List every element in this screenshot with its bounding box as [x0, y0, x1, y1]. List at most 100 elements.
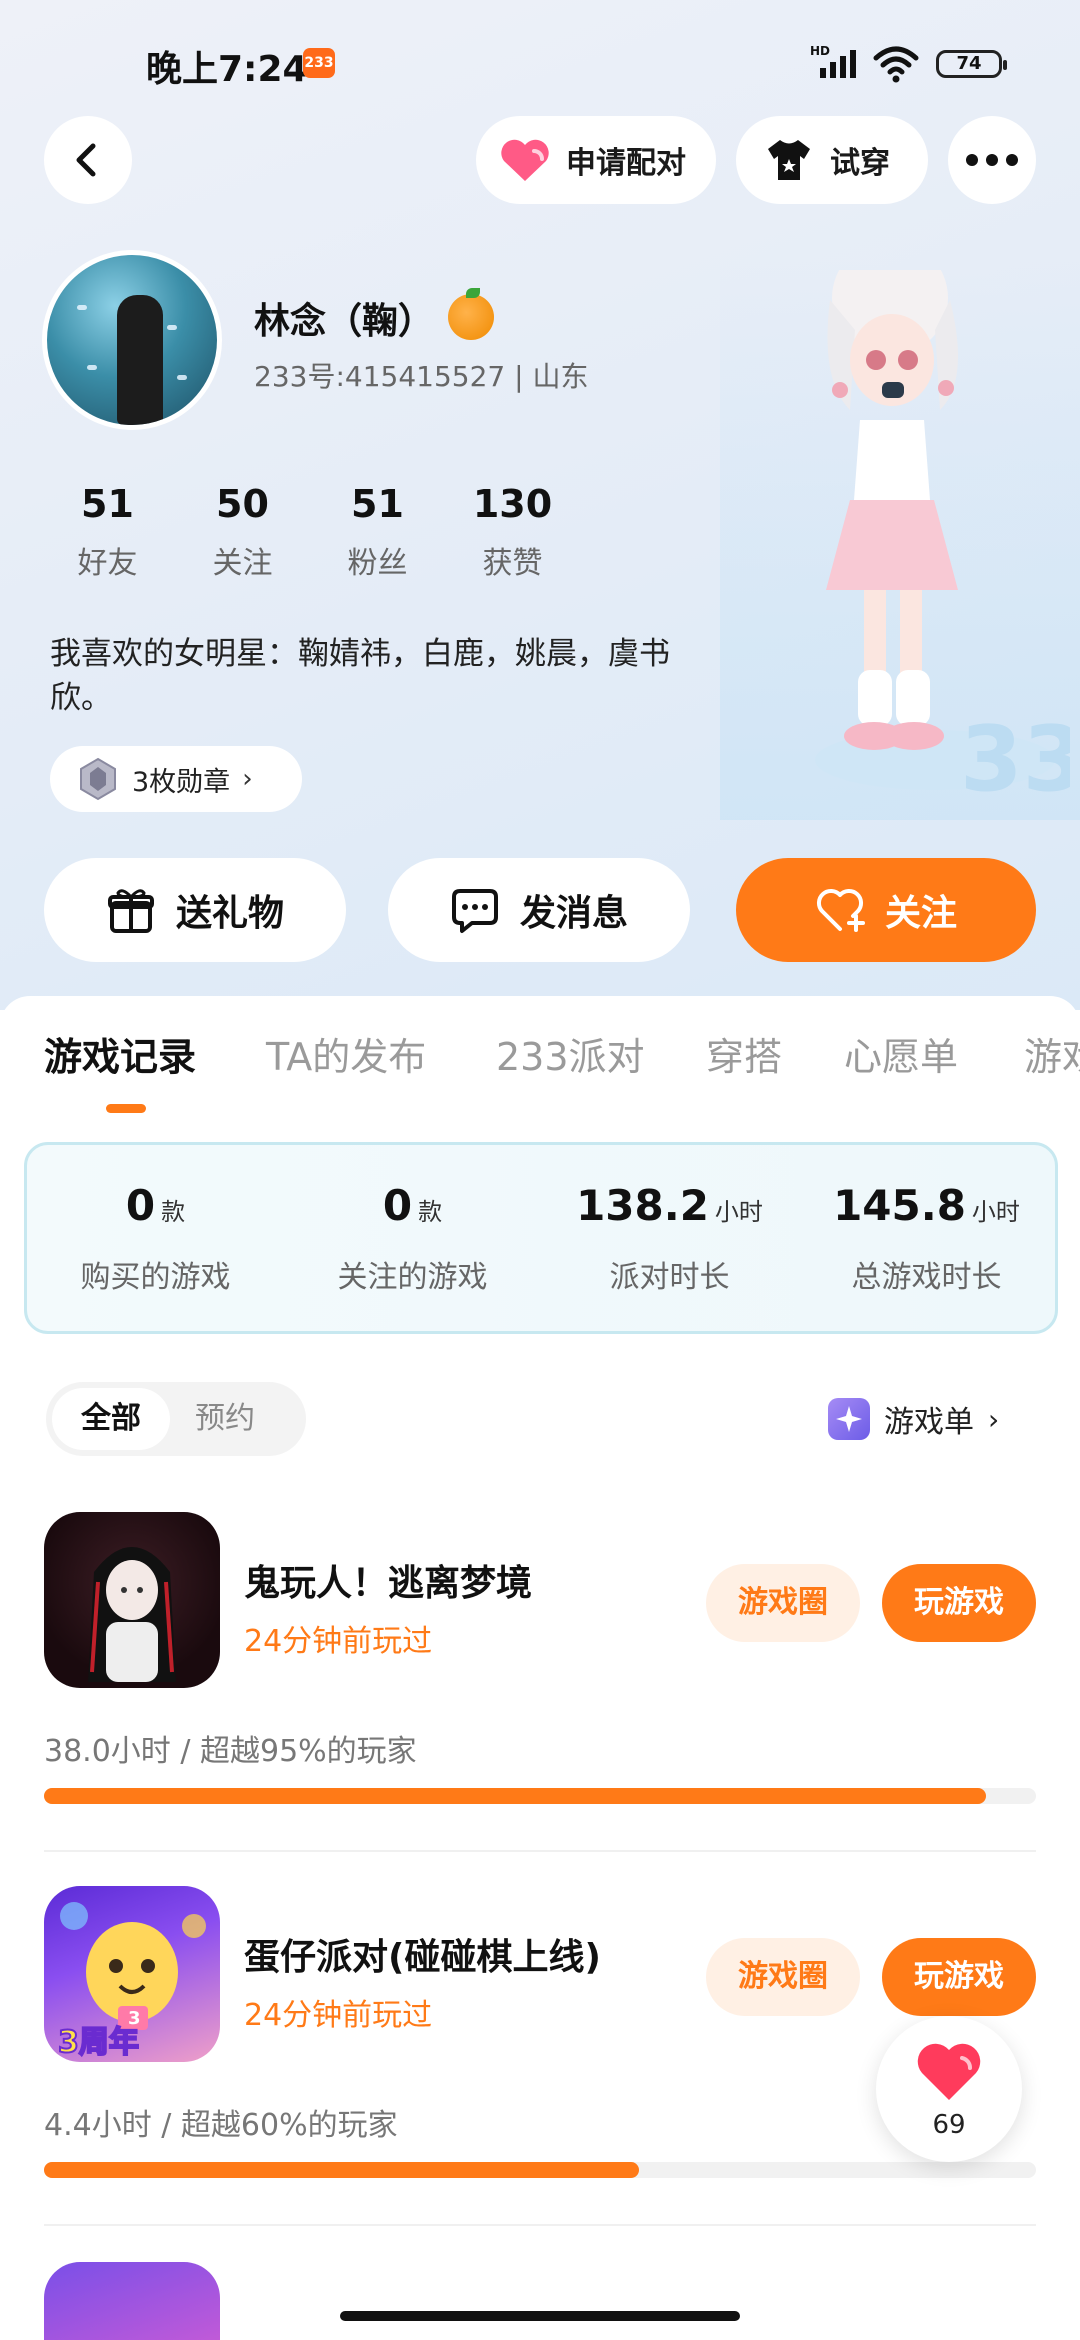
- more-options-button[interactable]: [948, 116, 1036, 204]
- avatar-3d-figure[interactable]: 33: [800, 270, 1070, 810]
- game-circle-button[interactable]: 游戏圈: [706, 1938, 860, 2016]
- filter-reserve[interactable]: 预约: [166, 1388, 284, 1450]
- summary-label: 总游戏时长: [851, 1260, 1002, 1295]
- ghost-girl-art: [88, 1547, 176, 1682]
- playtime-progress-track: [44, 2162, 1036, 2178]
- game-title: 鬼玩人！逃离梦境: [244, 1563, 533, 1604]
- stat-followers[interactable]: 51 粉丝: [310, 482, 445, 592]
- send-gift-label: 送礼物: [175, 893, 284, 934]
- summary-label: 购买的游戏: [80, 1260, 231, 1295]
- user-id-location: 233号:415415527 | 山东: [254, 360, 589, 393]
- game-title: 蛋仔派对(碰碰棋上线): [244, 1937, 601, 1978]
- chevron-right-icon: ›: [988, 1402, 1000, 1436]
- game-list-label: 游戏单: [884, 1405, 974, 1440]
- avatar-figure: [117, 295, 163, 425]
- summary-unit: 小时: [714, 1198, 763, 1226]
- summary-unit: 款: [161, 1198, 186, 1226]
- stat-value: 130: [472, 482, 553, 526]
- play-game-button[interactable]: 玩游戏: [882, 1564, 1036, 1642]
- svg-text:33: 33: [960, 707, 1070, 810]
- playtime-progress-track: [44, 1788, 1036, 1804]
- play-game-button[interactable]: 玩游戏: [882, 1938, 1036, 2016]
- tab-indicator: [106, 1104, 146, 1113]
- summary-total-time: 145.8 小时 总游戏时长: [798, 1145, 1055, 1331]
- notification-badge: 233: [303, 48, 335, 78]
- follow-button[interactable]: 关注: [736, 858, 1036, 962]
- badges-chip[interactable]: 3枚勋章 ›: [50, 746, 302, 812]
- home-indicator[interactable]: [340, 2311, 740, 2321]
- avatar-decor: [177, 375, 187, 380]
- summary-value: 145.8: [833, 1181, 966, 1230]
- wifi-icon: [873, 46, 919, 83]
- game-summary-card: 0款 购买的游戏 0款 关注的游戏 138.2 小时 派对时长 145.8 小时 总…: [24, 1142, 1058, 1334]
- summary-label: 关注的游戏: [337, 1260, 488, 1295]
- send-message-button[interactable]: 发消息: [388, 858, 690, 962]
- stat-label: 获赞: [482, 546, 543, 581]
- stat-value: 50: [216, 482, 269, 526]
- battery-indicator: 74: [936, 50, 1007, 78]
- summary-party-time: 138.2 小时 派对时长: [541, 1145, 798, 1331]
- follow-label: 关注: [884, 893, 957, 934]
- game-last-played: 24分钟前玩过: [244, 1624, 433, 1659]
- avatar-decor: [77, 305, 87, 310]
- tab-posts[interactable]: TA的发布: [266, 1026, 426, 1081]
- avatar-decor: [167, 325, 177, 330]
- tab-outfits[interactable]: 穿搭: [706, 1026, 782, 1081]
- filter-all[interactable]: 全部: [52, 1388, 170, 1450]
- row-divider: [44, 2224, 1036, 2226]
- game-icon[interactable]: [44, 1512, 220, 1688]
- status-bar: 晚上7:24 233 HD 74: [0, 0, 1080, 120]
- stat-friends[interactable]: 51 好友: [40, 482, 175, 592]
- like-button[interactable]: 69: [876, 2016, 1022, 2162]
- like-count: 69: [932, 2110, 966, 2140]
- tab-game-records[interactable]: 游戏记录: [44, 1026, 196, 1081]
- game-icon[interactable]: [44, 2262, 220, 2340]
- chevron-left-icon: [76, 143, 96, 177]
- summary-value: 138.2: [576, 1181, 709, 1230]
- sparkle-icon: [828, 1398, 870, 1440]
- game-playtime-stat: 4.4小时 / 超越60%的玩家: [44, 2108, 398, 2143]
- apply-pairing-label: 申请配对: [566, 146, 686, 181]
- tab-233-party[interactable]: 233派对: [496, 1026, 645, 1081]
- tab-wishlist[interactable]: 心愿单: [844, 1026, 958, 1081]
- medal-icon: [80, 757, 116, 801]
- stat-label: 好友: [77, 546, 138, 581]
- game-icon[interactable]: 3 3周年: [44, 1886, 220, 2062]
- game-circle-button[interactable]: 游戏圈: [706, 1564, 860, 1642]
- playtime-progress-fill: [44, 2162, 640, 2178]
- try-on-button[interactable]: 试穿: [736, 116, 928, 204]
- avatar-decor: [87, 365, 97, 370]
- summary-unit: 小时: [971, 1198, 1020, 1226]
- stat-label: 关注: [212, 546, 273, 581]
- game-last-played: 24分钟前玩过: [244, 1998, 433, 2033]
- game-playtime-stat: 38.0小时 / 超越95%的玩家: [44, 1734, 417, 1769]
- gift-icon: [107, 889, 154, 933]
- stat-likes[interactable]: 130 获赞: [445, 482, 580, 592]
- orange-emoji-icon: [448, 288, 494, 340]
- tshirt-icon: [762, 136, 816, 184]
- summary-value: 0: [382, 1181, 413, 1230]
- avatar[interactable]: [42, 250, 222, 430]
- signal-icon: [820, 50, 856, 78]
- profile-stats: 51 好友 50 关注 51 粉丝 130 获赞: [40, 482, 580, 592]
- apply-pairing-button[interactable]: 申请配对: [476, 116, 716, 204]
- game-row: 鬼玩人！逃离梦境 24分钟前玩过 游戏圈 玩游戏 38.0小时 / 超越95%的…: [0, 1512, 1080, 1852]
- chat-bubble-icon: [451, 889, 498, 933]
- summary-label: 派对时长: [609, 1260, 730, 1295]
- stat-following[interactable]: 50 关注: [175, 482, 310, 592]
- try-on-label: 试穿: [830, 146, 890, 181]
- send-message-label: 发消息: [519, 893, 628, 934]
- chevron-right-icon: ›: [242, 764, 253, 794]
- user-bio: 我喜欢的女明星：鞠婧祎，白鹿，姚晨，虞书欣。: [50, 636, 670, 716]
- row-divider: [44, 1850, 1036, 1852]
- playtime-progress-fill: [44, 1788, 987, 1804]
- summary-followed: 0款 关注的游戏: [284, 1145, 541, 1331]
- back-button[interactable]: [44, 116, 132, 204]
- heart-plus-icon: [816, 888, 865, 932]
- profile-tabs: 游戏记录 TA的发布 233派对 穿搭 心愿单 游戏: [0, 1026, 1080, 1086]
- game-list-link[interactable]: 游戏单 ›: [828, 1394, 999, 1444]
- send-gift-button[interactable]: 送礼物: [44, 858, 346, 962]
- tab-games[interactable]: 游戏: [1024, 1026, 1080, 1081]
- filter-segmented-control: 全部 预约: [46, 1382, 306, 1456]
- status-time: 晚上7:24: [146, 49, 308, 90]
